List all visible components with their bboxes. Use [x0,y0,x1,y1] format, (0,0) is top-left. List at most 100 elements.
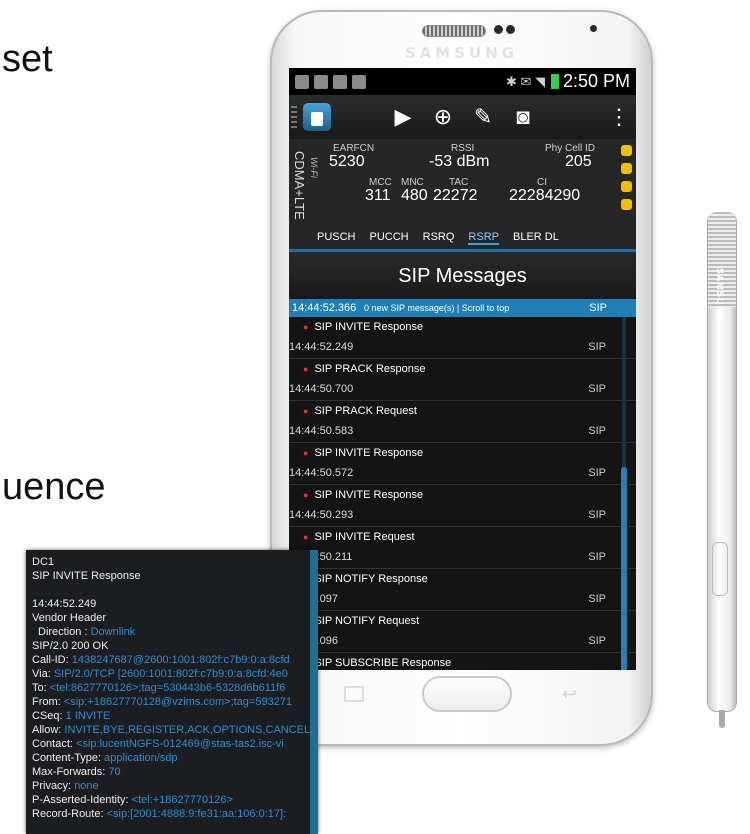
list-item[interactable]: ●SIP NOTIFY Response14:49.097SIP [289,569,636,611]
tab-rsrq[interactable]: RSRQ [423,231,455,245]
message-name-text: SIP INVITE Response [314,447,424,459]
tab-bler-dl[interactable]: BLER DL [513,231,559,245]
message-name: ●SIP SUBSCRIBE Response [303,657,451,669]
message-time: 14:44:50.700 [289,383,354,395]
message-name: ● SIP INVITE Request [303,531,415,543]
earfcn-value: 5230 [329,153,365,170]
status-clock: 2:50 PM [562,71,630,91]
direction-value: Downlink [90,626,136,638]
side-indicator-icons [621,145,633,217]
phone-screen: ✱ ✉ ◥ 2:50 PM ▶ ⊕ ✎ ◙ ⋮ CDMA+LTE Wi-Fi E… [289,68,636,670]
to-value: <tel:8627770126>;tag=530443b6-5328d6b611… [49,682,286,694]
record-route-value: <sip:[2001:4888:9:fe31:aa:106:0:17]: [106,808,287,820]
new-messages-banner[interactable]: 14:44:52.366 0 new SIP message(s) | Scro… [289,299,636,317]
detail-privacy: Privacy: none [32,780,99,792]
metric-tabs: PUSCH PUCCH RSRQ RSRP BLER DL [317,231,632,245]
detail-title: SIP INVITE Response [32,570,141,582]
tac-value: 22272 [433,187,478,204]
list-item[interactable]: ● SIP INVITE Response 14:44:50.572 SIP [289,443,636,485]
detail-cseq: CSeq: 1 INVITE [32,710,110,722]
message-time: 14:44:50.583 [289,425,354,437]
via-label: Via: [32,668,54,680]
tab-pusch[interactable]: PUSCH [317,231,356,245]
overflow-menu-icon[interactable]: ⋮ [608,104,630,130]
play-icon[interactable]: ▶ [383,104,423,130]
message-time: 14:44:52.249 [289,341,354,353]
privacy-label: Privacy: [32,780,75,792]
message-name: ● SIP PRACK Request [303,405,417,417]
privacy-value: none [74,780,99,792]
banner-timestamp: 14:44:52.366 [292,302,357,314]
battery-icon [550,74,559,89]
message-protocol: SIP [588,593,606,605]
camera-icon[interactable]: ◙ [503,104,543,130]
list-item[interactable]: ● SIP PRACK Request 14:44:50.583 SIP [289,401,636,443]
refresh-indicator-icon [621,163,632,174]
message-name: ●SIP NOTIFY Response [303,573,428,585]
message-name-text: SIP PRACK Response [314,363,426,375]
bullet-icon: ● [303,322,309,332]
list-item[interactable]: ● SIP INVITE Response 14:44:50.293 SIP [289,485,636,527]
bullet-icon: ● [303,532,309,542]
pen-tip [719,710,725,728]
direction-label: Direction : [38,626,91,638]
message-name: ● SIP INVITE Response [303,447,423,459]
wrench-icon[interactable]: ✎ [463,104,503,130]
network-info-panel: CDMA+LTE Wi-Fi EARFCN 5230 RSSI -53 dBm … [289,139,636,249]
mcc-value: 311 [365,187,391,204]
max-forwards-value: 70 [108,766,121,778]
tab-pucch[interactable]: PUCCH [370,231,409,245]
message-time: 14:44:50.293 [289,509,354,521]
back-key-icon[interactable]: ↩ [562,684,577,705]
message-name-text: SIP SUBSCRIBE Response [314,657,452,669]
detail-p-asserted-identity: P-Asserted-Identity: <tel:+18627770126> [32,794,233,806]
detail-to: To: <tel:8627770126>;tag=530443b6-5328d6… [32,682,285,694]
max-forwards-label: Max-Forwards: [32,766,109,778]
app-toolbar: ▶ ⊕ ✎ ◙ ⋮ [289,95,636,139]
ci-value: 22284290 [509,187,581,204]
message-name-text: SIP INVITE Response [314,321,424,333]
list-item[interactable]: ● SIP INVITE Request 14:44:50.211 SIP [289,527,636,569]
scrollbar-thumb[interactable] [621,467,627,670]
allow-label: Allow: [32,724,65,736]
detail-time: 14:44:52.249 [32,598,97,610]
system-icons: ✱ ✉ ◥ [505,73,545,89]
bullet-icon: ● [303,364,309,374]
add-icon[interactable]: ⊕ [423,104,463,130]
bullet-icon: ● [303,448,309,458]
message-name-text: SIP NOTIFY Request [314,615,420,627]
banner-protocol: SIP [589,302,607,314]
list-item[interactable]: ●SIP SUBSCRIBE Response14:49.020SIP [289,653,636,670]
record-route-label: Record-Route: [32,808,107,820]
list-indicator-icon [621,181,632,192]
pai-value: <tel:+18627770126> [131,794,233,806]
detail-record-route: Record-Route: <sip:[2001:4888:9:fe31:aa:… [32,808,286,820]
phone: SAMSUNG ✱ ✉ ◥ 2:50 PM ▶ ⊕ ✎ ◙ ⋮ CDMA+LTE… [270,10,653,746]
content-type-label: Content-Type: [32,752,105,764]
list-item[interactable]: ● SIP INVITE Response 14:44:52.249 SIP [289,317,636,359]
message-protocol: SIP [588,509,606,521]
message-name: ● SIP PRACK Response [303,363,426,375]
slide-text-fragment: set [2,38,53,80]
detail-content-type: Content-Type: application/sdp [32,752,178,764]
detail-contact: Contact: <sip:lucentNGFS-012469@stas-tas… [32,738,284,750]
s-pen-stylus: SAMSUNG [707,212,737,732]
menu-key-icon[interactable] [344,686,364,702]
earpiece-speaker [422,25,486,37]
pen-logo: SAMSUNG [715,268,725,322]
callid-label: Call-ID: [32,654,72,666]
clipboard-icon [352,74,366,89]
list-item[interactable]: ●SIP NOTIFY Request14:49.096SIP [289,611,636,653]
list-item[interactable]: ● SIP PRACK Response 14:44:50.700 SIP [289,359,636,401]
detail-max-forwards: Max-Forwards: 70 [32,766,121,778]
mnc-value: 480 [401,187,428,204]
via-value: SIP/2.0/TCP [2600:1001:802f:c7b9:0:a:8cf… [53,668,288,680]
pen-button [712,542,728,596]
detail-panel-edge [310,550,318,834]
detail-allow: Allow: INVITE,BYE,REGISTER,ACK,OPTIONS,C… [32,724,313,736]
message-name-text: SIP INVITE Response [314,489,424,501]
drawer-handle-icon[interactable] [291,106,297,128]
home-button[interactable] [422,676,512,712]
tab-rsrp[interactable]: RSRP [468,231,499,245]
front-camera [590,25,597,32]
